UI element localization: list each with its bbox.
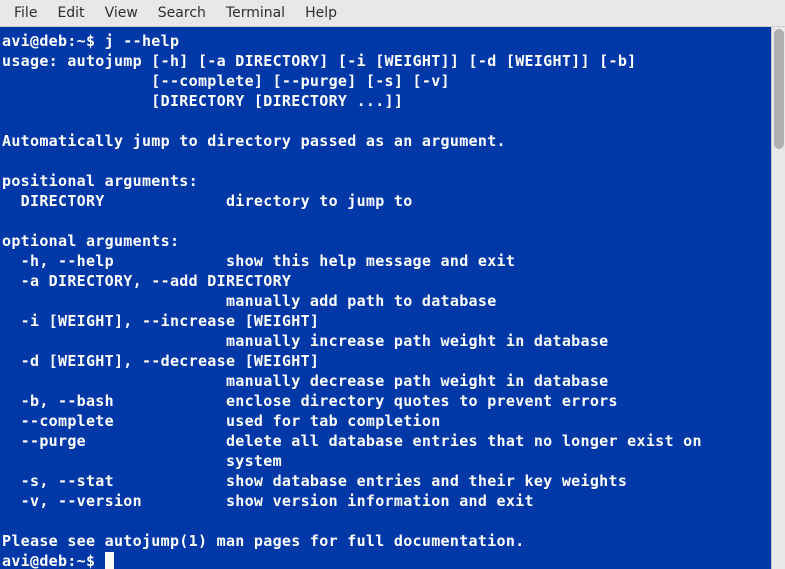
terminal-wrapper: avi@deb:~$ j --help usage: autojump [-h]… (0, 27, 785, 569)
menu-edit[interactable]: Edit (47, 1, 94, 25)
menu-file[interactable]: File (4, 1, 47, 25)
menu-help[interactable]: Help (295, 1, 347, 25)
menu-view[interactable]: View (95, 1, 148, 25)
menu-terminal[interactable]: Terminal (216, 1, 295, 25)
menu-search[interactable]: Search (148, 1, 216, 25)
terminal-output[interactable]: avi@deb:~$ j --help usage: autojump [-h]… (0, 27, 771, 569)
cursor (105, 552, 114, 569)
menu-bar: File Edit View Search Terminal Help (0, 0, 785, 27)
scrollbar-track[interactable] (771, 27, 785, 569)
scrollbar-thumb[interactable] (774, 29, 784, 149)
